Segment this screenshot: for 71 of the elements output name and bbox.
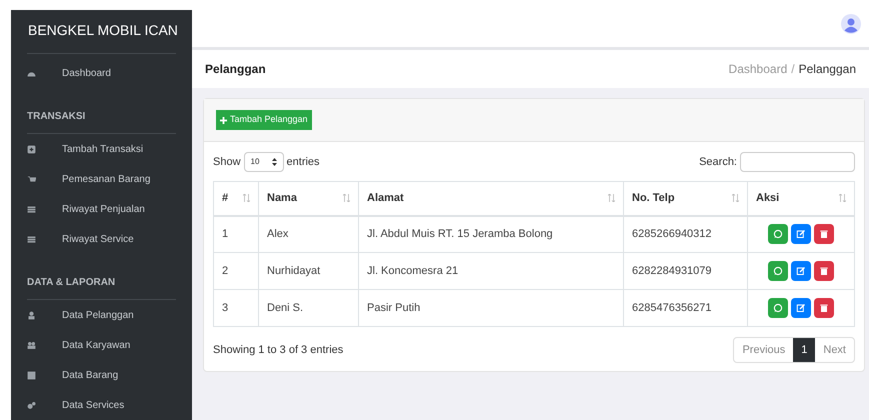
sort-arrows-icon bbox=[272, 158, 276, 166]
table-cell: 6282284931079 bbox=[632, 264, 712, 277]
pagination-button[interactable]: Next bbox=[815, 338, 854, 362]
search-label: Search: bbox=[699, 154, 737, 170]
pagination-button[interactable]: Previous bbox=[734, 338, 794, 362]
sidebar-item[interactable]: Tambah Transaksi bbox=[11, 134, 192, 164]
sidebar-item[interactable]: Data Services bbox=[11, 390, 192, 420]
sidebar-item[interactable]: Data Karyawan bbox=[11, 330, 192, 360]
column-header[interactable]: No. Telp bbox=[632, 190, 675, 206]
sort-icon bbox=[732, 194, 739, 202]
column-header[interactable]: Nama bbox=[267, 190, 297, 206]
whatsapp-button[interactable] bbox=[768, 261, 788, 281]
breadcrumb-separator: / bbox=[791, 61, 795, 78]
edit-button[interactable] bbox=[791, 224, 811, 244]
table-cell: Nurhidayat bbox=[267, 264, 320, 277]
cart-icon bbox=[27, 174, 36, 184]
table-cell: Jl. Koncomesra 21 bbox=[367, 264, 458, 277]
plus-icon bbox=[27, 144, 36, 154]
table-cell: Jl. Abdul Muis RT. 15 Jeramba Bolong bbox=[367, 228, 553, 240]
column-header[interactable]: # bbox=[222, 190, 228, 206]
users-icon bbox=[27, 340, 36, 350]
table-cell: 6285476356271 bbox=[632, 302, 712, 314]
table-cell: Pasir Putih bbox=[367, 302, 420, 314]
list-icon bbox=[27, 234, 36, 244]
edit-icon bbox=[796, 266, 806, 276]
sort-icon bbox=[608, 194, 615, 202]
edit-button[interactable] bbox=[791, 298, 811, 318]
user-icon bbox=[27, 310, 36, 320]
sidebar-item[interactable]: Riwayat Penjualan bbox=[11, 194, 192, 224]
edit-icon bbox=[796, 303, 806, 313]
avatar-icon[interactable] bbox=[841, 14, 861, 34]
table-cell: 3 bbox=[222, 302, 228, 314]
pagination-button[interactable]: 1 bbox=[793, 338, 816, 362]
entries-select[interactable]: 10 bbox=[244, 152, 284, 172]
trash-icon bbox=[819, 303, 829, 313]
column-header[interactable]: Aksi bbox=[756, 190, 780, 206]
edit-icon bbox=[796, 229, 806, 240]
table-info: Showing 1 to 3 of 3 entries bbox=[213, 342, 344, 358]
sort-icon bbox=[343, 194, 350, 202]
whatsapp-button[interactable] bbox=[768, 224, 788, 244]
delete-button[interactable] bbox=[814, 224, 834, 244]
show-label: Show bbox=[213, 154, 241, 170]
list-icon bbox=[27, 204, 36, 214]
page-title: Pelanggan bbox=[205, 61, 266, 78]
table-cell: 2 bbox=[222, 264, 228, 277]
sort-icon bbox=[243, 194, 250, 202]
breadcrumb-link[interactable]: Pelanggan bbox=[798, 60, 856, 78]
table-cell: 1 bbox=[222, 228, 228, 240]
section-heading: TRANSAKSI bbox=[26, 110, 86, 124]
brand-title: BENGKEL MOBIL ICAN bbox=[27, 21, 179, 40]
table-cell: Deni S. bbox=[267, 302, 304, 314]
table-cell: Alex bbox=[267, 228, 288, 240]
column-header[interactable]: Alamat bbox=[367, 190, 404, 206]
trash-icon bbox=[819, 229, 829, 240]
search-field[interactable] bbox=[740, 152, 855, 172]
delete-button[interactable] bbox=[814, 298, 834, 318]
sidebar-item[interactable]: Data Pelanggan bbox=[11, 300, 192, 330]
box-icon bbox=[27, 370, 36, 380]
section-heading: DATA & LAPORAN bbox=[26, 276, 116, 290]
plus-icon bbox=[220, 116, 227, 124]
table-cell: 6285266940312 bbox=[632, 228, 712, 240]
whatsapp-button[interactable] bbox=[768, 298, 788, 318]
sidebar-item[interactable]: Riwayat Service bbox=[11, 224, 192, 254]
sort-icon bbox=[839, 194, 846, 202]
sidebar-item[interactable]: Dashboard bbox=[11, 58, 192, 88]
sidebar-item[interactable]: Pemesanan Barang bbox=[11, 164, 192, 194]
delete-button[interactable] bbox=[814, 261, 834, 281]
trash-icon bbox=[819, 266, 829, 276]
entries-label: entries bbox=[286, 154, 320, 170]
sidebar-item[interactable]: Data Barang bbox=[11, 360, 192, 390]
edit-button[interactable] bbox=[791, 261, 811, 281]
